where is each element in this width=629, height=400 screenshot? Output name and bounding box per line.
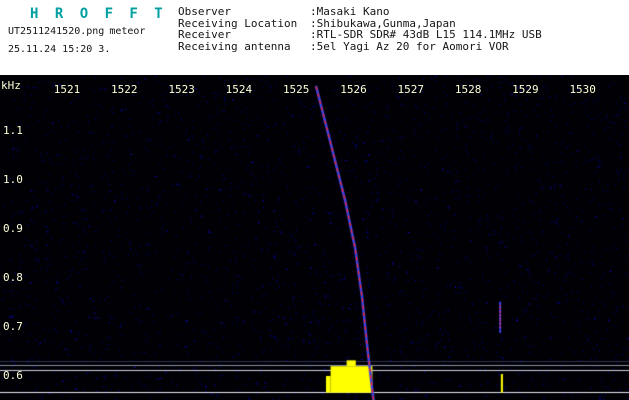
y-tick-label: 0.9 <box>3 222 23 235</box>
y-tick-label: 1.1 <box>3 124 23 137</box>
y-tick-label: 0.8 <box>3 271 23 284</box>
file-line: UT2511241520.png meteor <box>8 26 145 37</box>
antenna-value: :5el Yagi Az 20 for Aomori VOR <box>310 39 509 53</box>
axis-labels: kHz 1521 1522 1523 1524 1525 1526 1527 1528 1529 1… <box>0 75 629 400</box>
y-tick-label: 1.0 <box>3 173 23 186</box>
x-tick-label: 1525 <box>282 83 310 96</box>
y-axis-unit: kHz <box>1 79 21 92</box>
observer-value: :Masaki Kano <box>310 5 390 18</box>
antenna-label: Receiving antenna <box>178 39 291 53</box>
x-tick-label: 1523 <box>168 83 195 96</box>
meta-row-receiver: Receiver :RTL-SDR SDR# 43dB L15 114.1MHz… <box>178 29 542 41</box>
y-tick-label: 0.7 <box>3 320 23 333</box>
spectrogram-plot: kHz 1521 1522 1523 1524 1525 1526 1527 1528 1529 1… <box>0 75 629 400</box>
x-tick-label: 1521 <box>53 83 81 96</box>
observer-label: Observer <box>178 5 231 18</box>
y-tick-label: 0.6 <box>3 369 23 382</box>
hrofft-window: H R O F F T UT2511241520.png meteor 25.11… <box>0 0 629 400</box>
x-tick-label: 1530 <box>569 83 596 96</box>
meta-row-antenna: Receiving antenna :5el Yagi Az 20 for Ao… <box>178 39 542 53</box>
station-info: Observer :Masaki Kano Receiving Location… <box>178 6 542 52</box>
x-tick-label: 1522 <box>111 83 138 96</box>
x-tick-label: 1526 <box>340 83 367 96</box>
x-tick-label: 1524 <box>225 83 253 96</box>
x-tick-label: 1529 <box>512 83 539 96</box>
receiver-label: Receiver <box>178 28 231 41</box>
meta-row-observer: Observer :Masaki Kano <box>178 6 542 18</box>
output-filename: UT2511241520.png <box>8 26 105 37</box>
receiver-value: :RTL-SDR SDR# 43dB L15 114.1MHz USB <box>310 28 542 41</box>
x-tick-label: 1527 <box>397 83 425 96</box>
observation-timestamp: 25.11.24 15:20 3. <box>8 44 111 55</box>
mode-label: meteor <box>109 26 146 37</box>
x-tick-label: 1528 <box>454 83 482 96</box>
app-title: H R O F F T <box>30 6 167 22</box>
header: H R O F F T UT2511241520.png meteor 25.11… <box>0 0 629 75</box>
